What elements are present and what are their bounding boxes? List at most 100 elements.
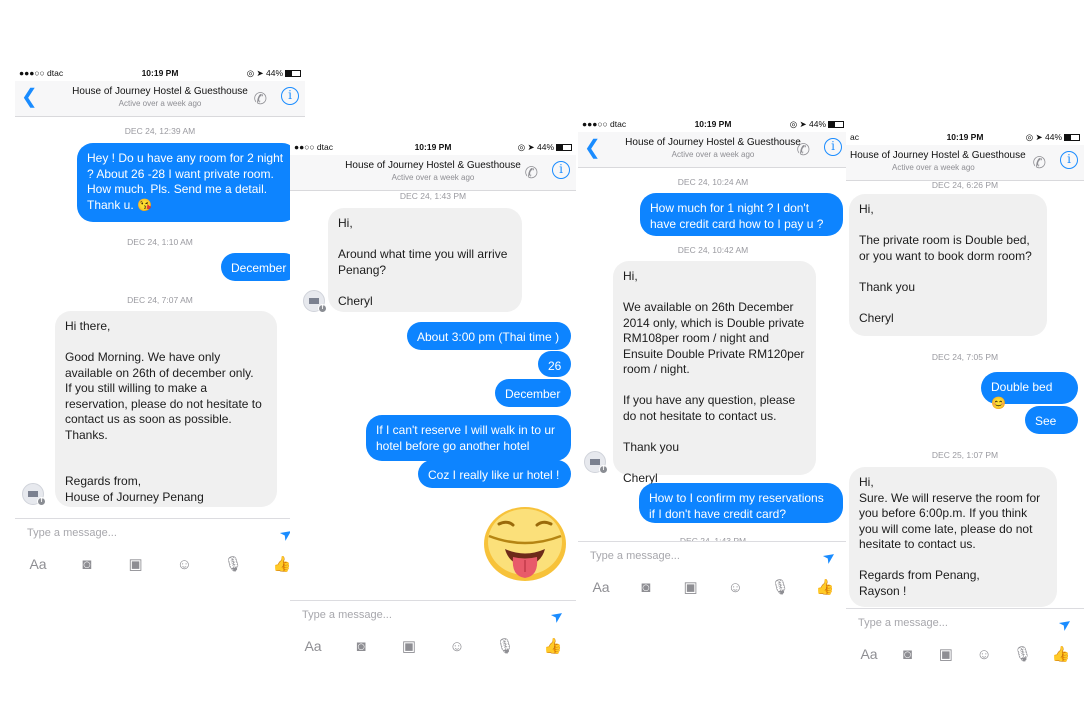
message-timestamp: DEC 24, 7:07 AM <box>127 295 193 305</box>
outgoing-message[interactable]: Hey ! Do u have any room for 2 night ? A… <box>77 143 298 222</box>
text-format-button[interactable]: Aa <box>27 556 49 572</box>
battery-indicator: ◎ ➤ 44% <box>247 68 301 79</box>
conversation-header: ❮ House of Journey Hostel & Guesthouse A… <box>578 132 848 168</box>
outgoing-message[interactable]: Coz I really like ur hotel ! <box>418 460 571 488</box>
contact-avatar[interactable]: f <box>303 290 327 313</box>
outgoing-message[interactable]: December <box>221 253 298 281</box>
message-composer: Type a message... ➤ Aa ◙ ▣ ☺ 🎙 👍 <box>15 518 305 584</box>
gallery-icon[interactable]: ▣ <box>935 645 957 663</box>
composer-toolbar: Aa ◙ ▣ ☺ 🎙 👍 <box>27 555 293 574</box>
chat-screen-4: ac 10:19 PM ◎ ➤ 44% House of Journey Hos… <box>846 130 1084 675</box>
send-icon[interactable]: ➤ <box>547 605 568 627</box>
microphone-icon[interactable]: 🎙 <box>1012 645 1034 663</box>
composer-toolbar: Aa ◙ ▣ ☺ 🎙 👍 <box>590 578 836 597</box>
conversation-header: House of Journey Hostel & Guesthouse Act… <box>846 145 1084 181</box>
message-input[interactable]: Type a message... <box>302 609 392 621</box>
battery-indicator: ◎ ➤ 44% <box>518 142 572 153</box>
contact-avatar[interactable]: f <box>584 451 608 474</box>
camera-icon[interactable]: ◙ <box>635 579 657 596</box>
message-timestamp: DEC 24, 6:26 PM <box>931 180 999 190</box>
outgoing-message[interactable]: How much for 1 night ? I don't have cred… <box>640 193 843 236</box>
chat-screen-1: ●●●○○ dtac 10:19 PM ◎ ➤ 44% ❮ House of J… <box>15 66 305 586</box>
message-composer: Type a message... ➤ Aa ◙ ▣ ☺ 🎙 👍 <box>290 600 576 666</box>
status-bar: ●●○○ dtac 10:19 PM ◎ ➤ 44% <box>290 140 576 155</box>
camera-icon[interactable]: ◙ <box>76 556 98 573</box>
chat-screen-3: ●●●○○ dtac 10:19 PM ◎ ➤ 44% ❮ House of J… <box>578 117 848 605</box>
message-timestamp: DEC 24, 12:39 AM <box>124 126 196 136</box>
text-format-button[interactable]: Aa <box>590 579 612 595</box>
send-icon[interactable]: ➤ <box>1055 613 1076 635</box>
thumbs-up-icon[interactable]: 👍 <box>1050 645 1072 663</box>
phone-icon[interactable]: ✆ <box>254 89 267 109</box>
info-icon[interactable]: i <box>1060 151 1078 169</box>
composer-toolbar: Aa ◙ ▣ ☺ 🎙 👍 <box>302 637 564 656</box>
outgoing-message[interactable]: See ya <box>1025 406 1078 444</box>
incoming-message[interactable]: Hi, We available on 26th December 2014 o… <box>613 261 816 485</box>
text-format-button[interactable]: Aa <box>858 646 880 662</box>
message-composer: Type a message... ➤ Aa ◙ ▣ ☺ 🎙 👍 <box>578 541 848 605</box>
info-icon[interactable]: i <box>824 138 842 156</box>
send-icon[interactable]: ➤ <box>819 546 840 568</box>
thumbs-up-icon[interactable]: 👍 <box>542 637 564 655</box>
message-timestamp: DEC 24, 1:43 PM <box>399 191 467 201</box>
info-icon[interactable]: i <box>281 87 299 105</box>
outgoing-message[interactable]: If I can't reserve I will walk in to ur … <box>366 415 571 461</box>
incoming-message[interactable]: Hi, Sure. We will reserve the room for y… <box>849 467 1057 607</box>
camera-icon[interactable]: ◙ <box>896 646 918 663</box>
chat-screen-2: ●●○○ dtac 10:19 PM ◎ ➤ 44% House of Jour… <box>290 140 576 672</box>
message-timestamp: DEC 24, 10:42 AM <box>677 245 749 255</box>
text-format-button[interactable]: Aa <box>302 638 324 654</box>
outgoing-message[interactable]: December <box>495 379 571 407</box>
incoming-message[interactable]: Hi there, Good Morning. We have only ava… <box>55 311 277 507</box>
battery-indicator: ◎ ➤ 44% <box>1026 132 1080 143</box>
outgoing-message[interactable]: Double bed 😊 <box>981 372 1078 410</box>
battery-icon <box>285 70 301 77</box>
composer-toolbar: Aa ◙ ▣ ☺ 🎙 👍 <box>858 645 1072 664</box>
emoji-icon[interactable]: ☺ <box>724 579 746 596</box>
info-icon[interactable]: i <box>552 161 570 179</box>
messenger-badge-icon: f <box>37 497 46 506</box>
emoji-icon[interactable]: ☺ <box>973 646 995 663</box>
active-status: Active over a week ago <box>892 163 975 172</box>
incoming-message[interactable]: Hi, Around what time you will arrive Pen… <box>328 208 522 312</box>
camera-icon[interactable]: ◙ <box>350 638 372 655</box>
phone-icon[interactable]: ✆ <box>525 163 538 183</box>
status-bar: ●●●○○ dtac 10:19 PM ◎ ➤ 44% <box>15 66 305 81</box>
message-input[interactable]: Type a message... <box>858 617 948 629</box>
battery-icon <box>828 121 844 128</box>
microphone-icon[interactable]: 🎙 <box>769 578 791 596</box>
message-input[interactable]: Type a message... <box>590 550 680 562</box>
message-input[interactable]: Type a message... <box>27 527 117 539</box>
gallery-icon[interactable]: ▣ <box>680 578 702 596</box>
microphone-icon[interactable]: 🎙 <box>494 637 516 655</box>
conversation-header: ❮ House of Journey Hostel & Guesthouse A… <box>15 81 305 117</box>
phone-icon[interactable]: ✆ <box>797 140 810 160</box>
message-timestamp: DEC 25, 1:07 PM <box>931 450 999 460</box>
message-composer: Type a message... ➤ Aa ◙ ▣ ☺ 🎙 👍 <box>846 608 1084 674</box>
battery-indicator: ◎ ➤ 44% <box>790 119 844 130</box>
incoming-message[interactable]: Hi, The private room is Double bed, or y… <box>849 194 1047 336</box>
conversation-header: House of Journey Hostel & Guesthouse Act… <box>290 155 576 191</box>
tongue-out-emoji-sticker[interactable] <box>481 502 569 582</box>
messenger-badge-icon: f <box>599 465 608 474</box>
contact-avatar[interactable]: f <box>22 483 46 506</box>
microphone-icon[interactable]: 🎙 <box>222 555 244 573</box>
messenger-badge-icon: f <box>318 304 327 313</box>
outgoing-message[interactable]: 26 <box>538 351 571 377</box>
outgoing-message[interactable]: How to I confirm my reservations if I do… <box>639 483 843 523</box>
message-timestamp: DEC 24, 7:05 PM <box>931 352 999 362</box>
battery-icon <box>1064 134 1080 141</box>
status-bar: ac 10:19 PM ◎ ➤ 44% <box>846 130 1084 145</box>
emoji-icon[interactable]: ☺ <box>173 556 195 573</box>
emoji-icon[interactable]: ☺ <box>446 638 468 655</box>
thumbs-up-icon[interactable]: 👍 <box>814 578 836 596</box>
contact-name[interactable]: House of Journey Hostel & Guesthouse <box>850 150 1084 161</box>
battery-icon <box>556 144 572 151</box>
message-timestamp: DEC 24, 10:24 AM <box>677 177 749 187</box>
gallery-icon[interactable]: ▣ <box>125 555 147 573</box>
outgoing-message[interactable]: About 3:00 pm (Thai time ) <box>407 322 571 350</box>
message-timestamp: DEC 24, 1:10 AM <box>127 237 193 247</box>
status-bar: ●●●○○ dtac 10:19 PM ◎ ➤ 44% <box>578 117 848 132</box>
phone-icon[interactable]: ✆ <box>1033 153 1046 173</box>
gallery-icon[interactable]: ▣ <box>398 637 420 655</box>
